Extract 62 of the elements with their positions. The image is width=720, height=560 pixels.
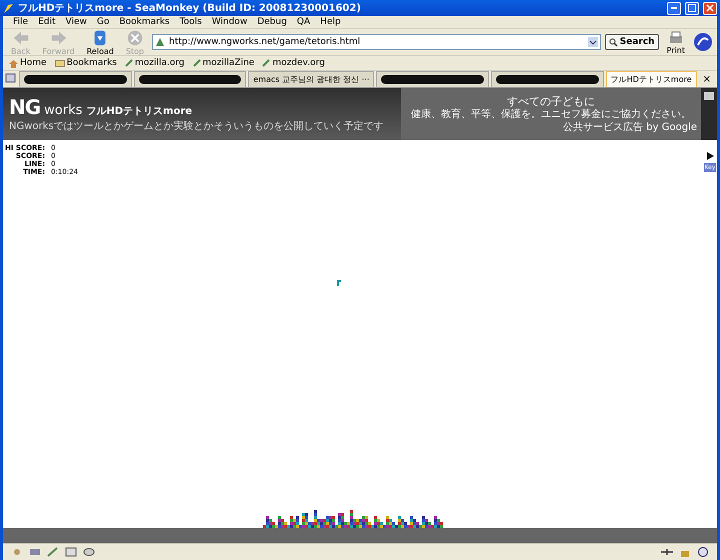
close-icon [706,4,714,12]
chat-icon[interactable] [83,547,95,557]
page-icon [155,37,165,47]
stop-icon [126,28,144,46]
minimize-icon [671,7,677,9]
falling-piece-icon [337,280,341,286]
seamonkey-logo-icon[interactable] [693,32,713,52]
print-button[interactable]: Print [662,30,689,54]
play-icon[interactable] [706,152,714,160]
tab-list-icon[interactable] [5,71,17,85]
mail-icon[interactable] [29,547,41,557]
close-button[interactable] [703,2,717,14]
dropdown-icon[interactable] [588,37,598,47]
nav-button[interactable]: Reload [82,28,118,56]
menu-item[interactable]: Debug [257,17,287,27]
menu-item[interactable]: Window [212,17,248,27]
menu-item[interactable]: QA [296,17,310,27]
menu-item[interactable]: View [66,17,87,27]
ad-headline: すべての子どもに [507,94,595,108]
menu-item[interactable]: Bookmarks [119,17,170,27]
pen-icon[interactable] [47,547,59,557]
page-title: フルHDテトリスmore [86,105,192,118]
site-tagline: NGworksではツールとかゲームとか実験とかそういうものを公開していく予定です [9,120,385,133]
ad-banner[interactable]: すべての子どもに 健康、教育、平等、保護を。ユニセフ募金にご協力ください。 公共サービス広告 by Google [401,88,701,140]
bookmark-item[interactable]: mozdev.org [262,58,325,68]
bookmark-item[interactable]: mozillaZine [192,58,254,68]
printer-icon [668,30,684,46]
folder-icon [54,59,65,67]
maximize-icon [688,4,696,12]
bookmark-item[interactable]: mozilla.org [124,58,185,68]
browser-tab[interactable] [491,71,604,87]
home-icon [9,58,18,68]
search-icon [608,38,618,46]
ad-text: 健康、教育、平等、保護を。ユニセフ募金にご協力ください。 [411,108,691,120]
network-icon[interactable] [661,547,673,557]
site-logo-suffix: works [44,103,82,118]
menu-item[interactable]: Tools [180,17,202,27]
menu-item[interactable]: Edit [38,17,56,27]
search-button[interactable]: Search [604,34,659,50]
menu-item[interactable]: Help [320,17,341,27]
browser-tab[interactable]: フルHDテトリスmore [606,71,697,87]
menu-item[interactable]: Go [96,17,110,27]
minimize-button[interactable] [667,2,681,14]
url-field[interactable]: http://www.ngworks.net/game/tetoris.html [152,34,601,50]
app-icon [3,2,14,14]
close-tab-button[interactable]: × [698,71,716,87]
window-title: フルHDテトリスmore - SeaMonkey (Build ID: 20081230001602) [18,2,362,15]
browser-tab[interactable] [134,71,246,87]
browser-tab[interactable] [376,71,490,87]
address-book-icon[interactable] [65,547,77,557]
bookmark-item[interactable]: Bookmarks [54,58,117,68]
menu-item[interactable]: File [13,17,28,27]
maximize-button[interactable] [685,2,699,14]
bookmark-icon [192,59,201,67]
bookmark-item[interactable]: Home [9,58,47,68]
bookmark-icon [262,59,270,67]
ad-attribution: 公共サービス広告 by Google [563,122,698,134]
browser-tab[interactable] [19,71,132,87]
browser-tab[interactable]: emacs 교주님의 광대한 정신 ··· [248,71,374,87]
bookmark-icon [124,59,133,67]
site-logo[interactable]: NG [9,95,40,119]
s-logo-icon [697,547,709,557]
